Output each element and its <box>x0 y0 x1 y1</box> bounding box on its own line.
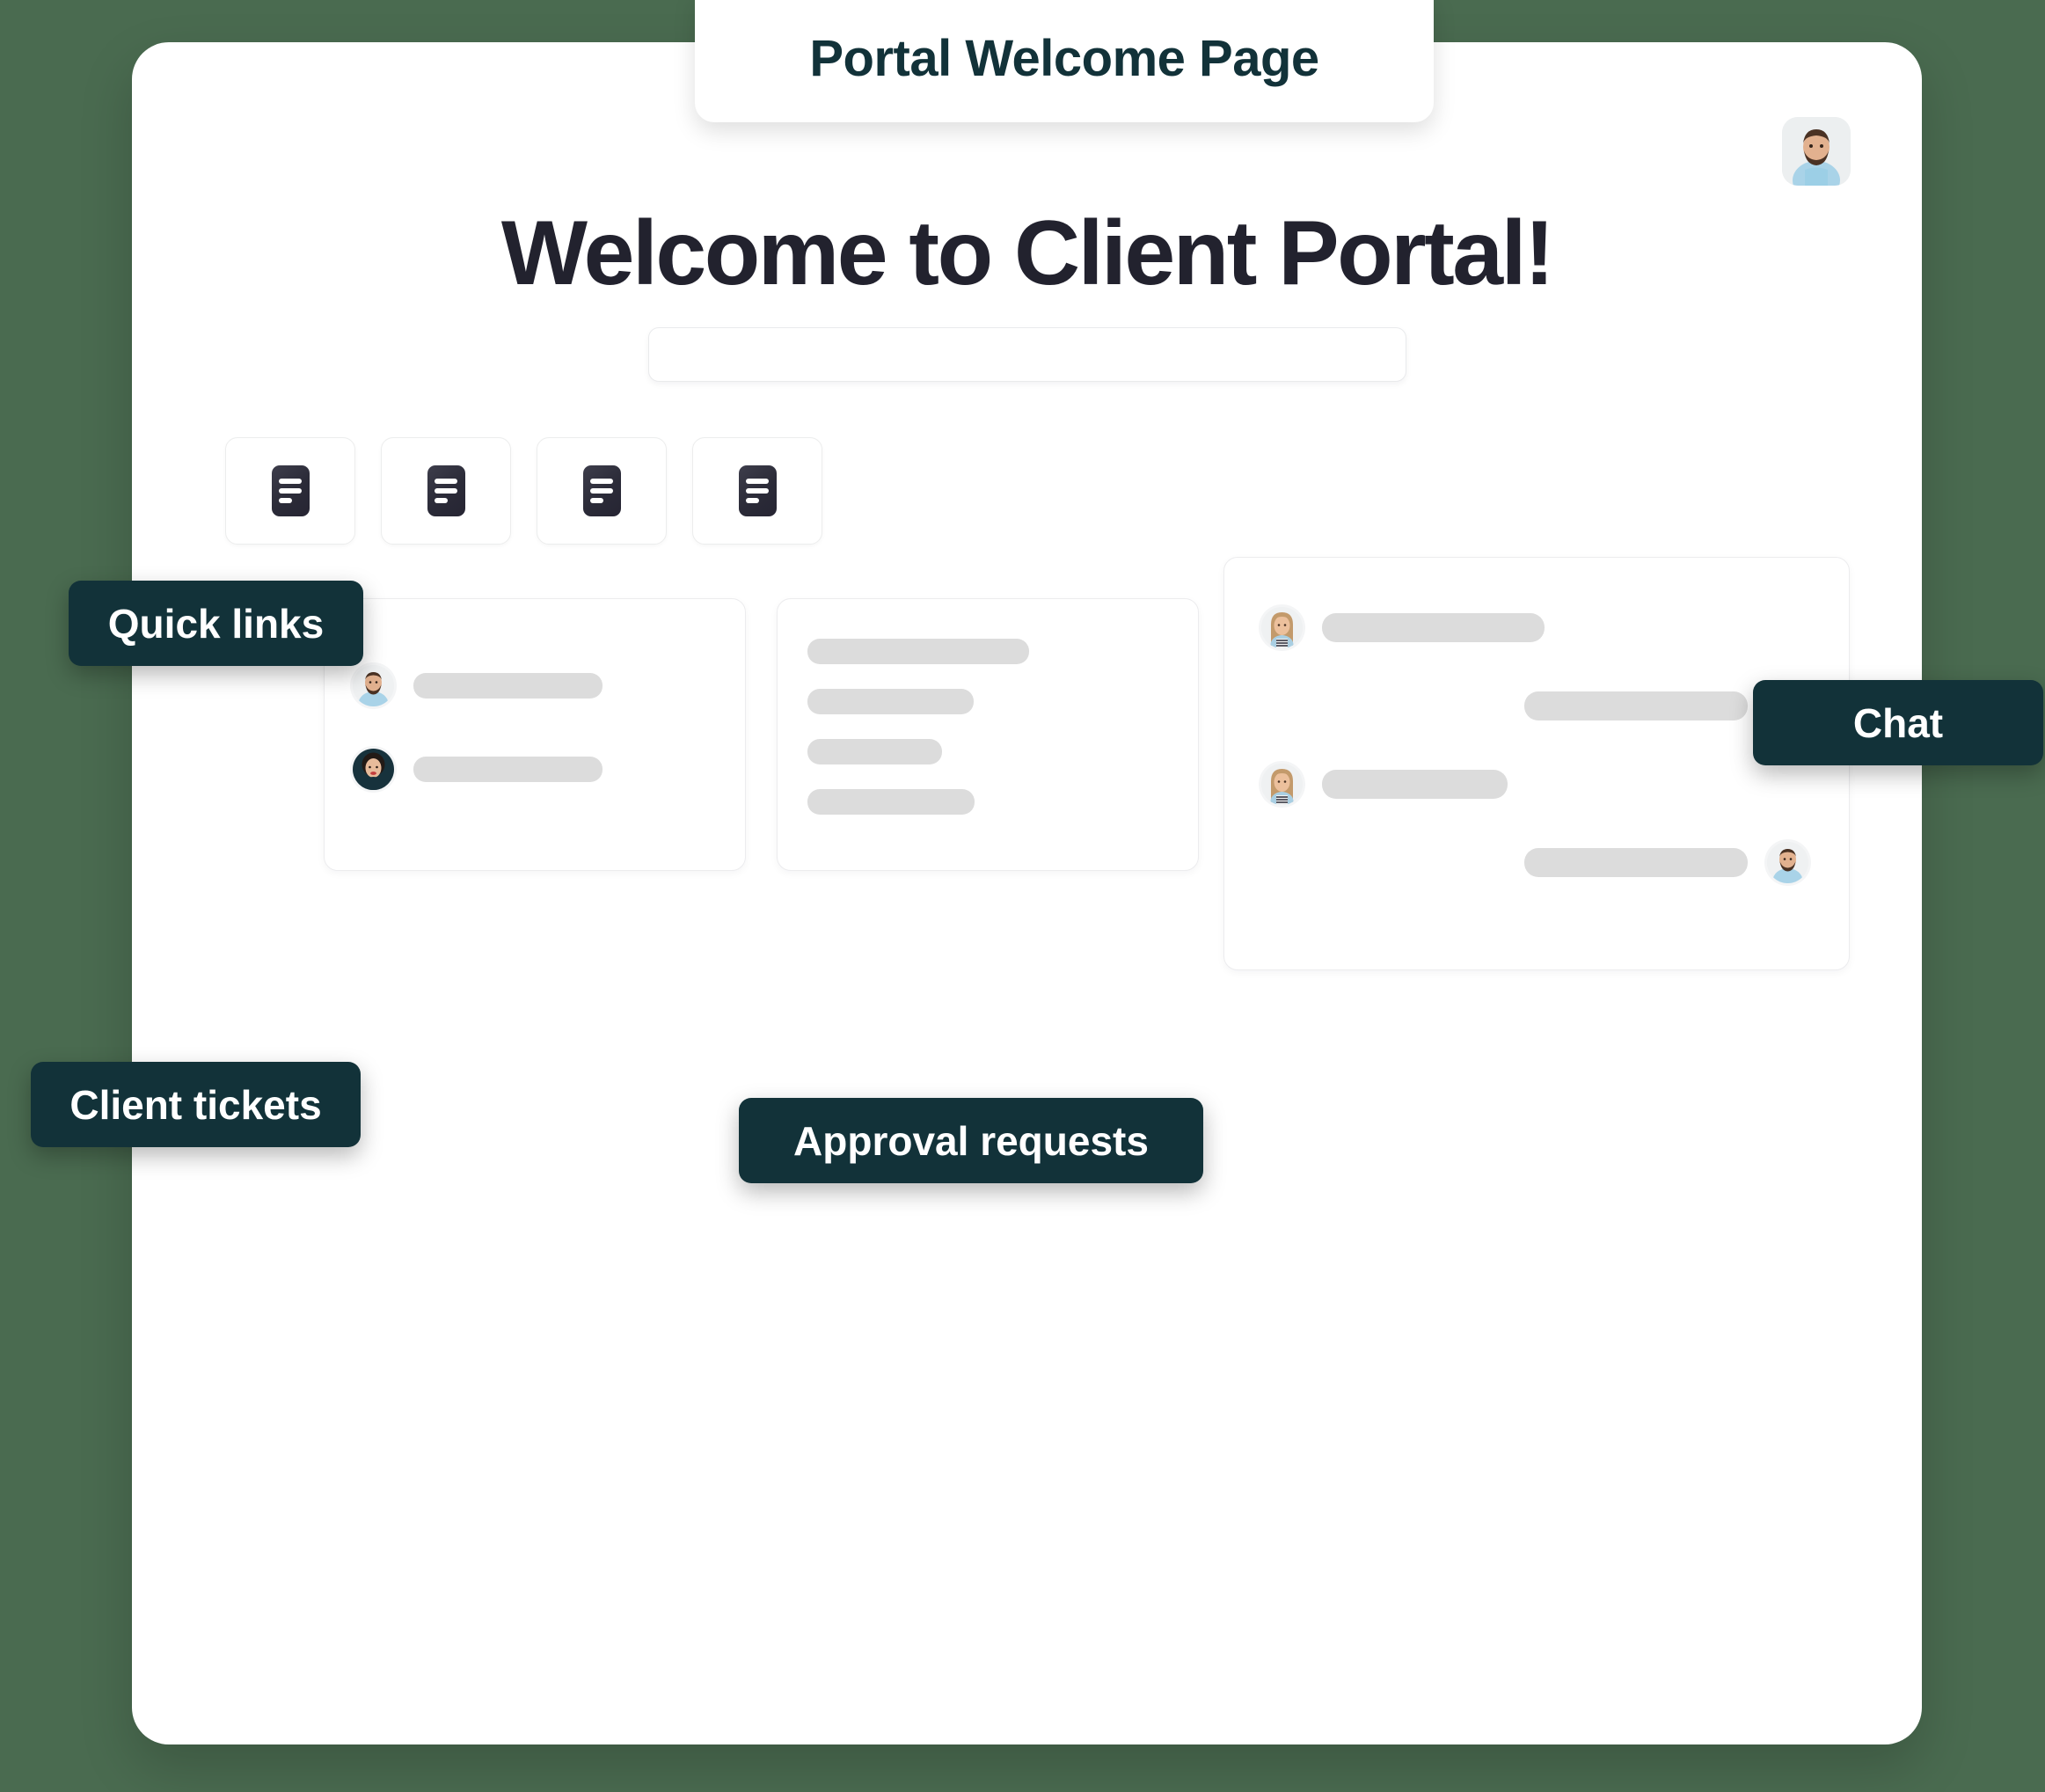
callout-quick-links: Quick links <box>69 581 363 666</box>
chat-bubble <box>1322 770 1508 799</box>
placeholder-bar <box>807 789 975 815</box>
bearded-man-avatar <box>1767 842 1808 883</box>
chat-message <box>1261 685 1808 727</box>
quick-link-tile[interactable] <box>692 437 822 545</box>
placeholder-bar <box>807 639 1029 664</box>
curly-hair-woman-avatar <box>353 749 394 790</box>
chat-bubble <box>1524 691 1748 720</box>
chat-message <box>1261 842 1808 883</box>
quick-links-row <box>225 437 822 545</box>
long-hair-woman-avatar <box>1261 607 1303 648</box>
quick-link-tile[interactable] <box>225 437 355 545</box>
placeholder-bar <box>807 739 942 764</box>
chat-card[interactable] <box>1223 557 1850 970</box>
placeholder-bar <box>413 757 603 782</box>
list-item[interactable] <box>353 665 717 706</box>
bearded-man-avatar <box>353 665 394 706</box>
page-title: Welcome to Client Portal! <box>500 202 1555 304</box>
list-item[interactable] <box>353 749 717 790</box>
document-icon <box>427 465 465 516</box>
callout-client-tickets: Client tickets <box>31 1062 361 1147</box>
chat-message <box>1261 607 1808 648</box>
chat-bubble <box>1322 613 1545 642</box>
client-tickets-card[interactable] <box>324 598 746 871</box>
portal-page-canvas: Welcome to Client Portal! <box>157 67 1897 1720</box>
chat-bubble <box>1524 848 1748 877</box>
page-title-badge: Portal Welcome Page <box>695 0 1434 122</box>
user-avatar[interactable] <box>1782 117 1851 186</box>
callout-approval-requests: Approval requests <box>739 1098 1203 1183</box>
placeholder-bar <box>807 689 974 714</box>
callout-chat: Chat <box>1753 680 2043 765</box>
quick-link-tile[interactable] <box>537 437 667 545</box>
browser-window-frame: Welcome to Client Portal! <box>132 42 1922 1744</box>
document-icon <box>582 465 621 516</box>
placeholder-bar <box>413 673 603 699</box>
long-hair-woman-avatar <box>1261 764 1303 805</box>
document-icon <box>738 465 777 516</box>
search-input[interactable] <box>647 327 1406 382</box>
document-icon <box>271 465 310 516</box>
chat-message <box>1261 764 1808 805</box>
approval-requests-card[interactable] <box>777 598 1199 871</box>
quick-link-tile[interactable] <box>381 437 511 545</box>
